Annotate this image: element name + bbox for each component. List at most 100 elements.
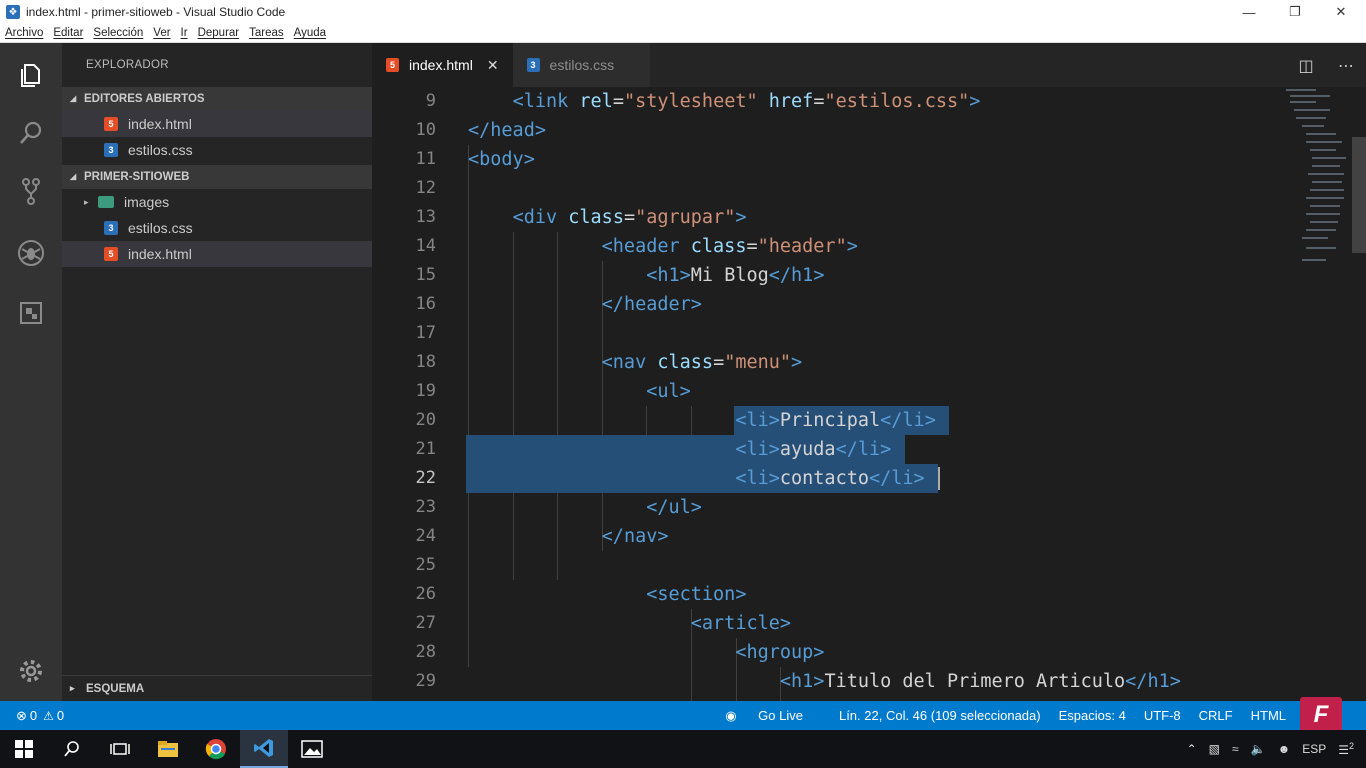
open-editor-estilos-css[interactable]: 3 estilos.css: [62, 137, 372, 163]
minimize-button[interactable]: —: [1226, 0, 1272, 24]
menu-editar[interactable]: Editar: [48, 27, 88, 39]
menu-seleccion[interactable]: Selección: [88, 27, 148, 39]
line-number: 13: [415, 207, 436, 227]
indentation[interactable]: Espacios: 4: [1059, 708, 1126, 723]
tray-people-icon[interactable]: ☻: [1278, 742, 1291, 756]
code-line[interactable]: 20 <li>Principal</li>: [372, 406, 1366, 435]
notification-center-icon[interactable]: ☰2: [1338, 741, 1354, 757]
code-line[interactable]: 27 <article>: [372, 609, 1366, 638]
line-number: 28: [415, 642, 436, 662]
tree-item-estilos-css[interactable]: 3 estilos.css: [62, 215, 372, 241]
menu-tareas[interactable]: Tareas: [244, 27, 289, 39]
go-live-button[interactable]: ◉ Go Live: [725, 708, 821, 724]
more-actions-icon[interactable]: ⋯: [1326, 56, 1366, 75]
code-line[interactable]: 12: [372, 174, 1366, 203]
problems-indicator[interactable]: ⊗ 0 ⚠ 0: [0, 708, 64, 724]
code-line[interactable]: 17: [372, 319, 1366, 348]
close-tab-icon[interactable]: ✕: [487, 57, 499, 74]
code-line[interactable]: 10 </head>: [372, 116, 1366, 145]
tab-estilos-css[interactable]: 3 estilos.css: [512, 43, 651, 87]
menu-archivo[interactable]: Archivo: [0, 27, 48, 39]
code-text: <div class="agrupar">: [512, 207, 747, 228]
chrome-taskbar-icon[interactable]: [192, 730, 240, 768]
tray-language[interactable]: ESP: [1302, 742, 1326, 756]
start-button[interactable]: [0, 730, 48, 768]
text-cursor: [938, 467, 941, 490]
maximize-button[interactable]: ❐: [1272, 0, 1318, 24]
editor-actions: ◫ ⋯: [1286, 43, 1366, 87]
encoding[interactable]: UTF-8: [1144, 708, 1181, 723]
code-line[interactable]: 21 <li>ayuda</li>: [372, 435, 1366, 464]
open-editors-section[interactable]: ◢ EDITORES ABIERTOS: [62, 87, 372, 111]
code-line[interactable]: 28 <hgroup>: [372, 638, 1366, 667]
photos-taskbar-icon[interactable]: [288, 730, 336, 768]
code-line[interactable]: 26 <section>: [372, 580, 1366, 609]
project-section[interactable]: ◢ PRIMER-SITIOWEB: [62, 165, 372, 189]
split-editor-icon[interactable]: ◫: [1286, 56, 1326, 75]
open-editor-index-html[interactable]: 5 index.html: [62, 111, 372, 137]
menu-depurar[interactable]: Depurar: [193, 27, 245, 39]
code-editor[interactable]: 9 <link rel="stylesheet" href="estilos.c…: [372, 87, 1366, 701]
code-line[interactable]: 15 <h1>Mi Blog</h1>: [372, 261, 1366, 290]
menu-ir[interactable]: Ir: [176, 27, 193, 39]
code-text: <article>: [690, 613, 792, 634]
code-line[interactable]: 13 <div class="agrupar">: [372, 203, 1366, 232]
line-number: 26: [415, 584, 436, 604]
code-line[interactable]: 16 </header>: [372, 290, 1366, 319]
channel-logo: F: [1300, 697, 1342, 733]
source-control-icon[interactable]: [0, 163, 62, 219]
vscode-taskbar-icon[interactable]: [240, 730, 288, 768]
status-bar: ⊗ 0 ⚠ 0 ◉ Go Live Lín. 22, Col. 46 (109 …: [0, 697, 1366, 733]
tray-network-icon[interactable]: ▧: [1209, 742, 1220, 756]
code-line[interactable]: 19 <ul>: [372, 377, 1366, 406]
menu-ver[interactable]: Ver: [148, 27, 175, 39]
search-icon[interactable]: [0, 105, 62, 161]
outline-section[interactable]: ▸ ESQUEMA: [62, 675, 372, 701]
code-line[interactable]: 14 <header class="header">: [372, 232, 1366, 261]
extensions-icon[interactable]: [0, 285, 62, 341]
taskbar-search-icon[interactable]: [48, 730, 96, 768]
go-live-label: Go Live: [758, 707, 803, 723]
tree-item-index-html[interactable]: 5 index.html: [62, 241, 372, 267]
code-text: <ul>: [646, 381, 691, 402]
language-mode[interactable]: HTML: [1251, 708, 1286, 723]
debug-icon[interactable]: [0, 225, 62, 281]
menu-ayuda[interactable]: Ayuda: [289, 27, 331, 39]
code-text: <hgroup>: [735, 642, 825, 663]
code-line[interactable]: 9 <link rel="stylesheet" href="estilos.c…: [372, 87, 1366, 116]
line-number: 12: [415, 178, 436, 198]
code-line[interactable]: 23 </ul>: [372, 493, 1366, 522]
error-icon: ⊗: [16, 707, 27, 723]
code-line[interactable]: 24 </nav>: [372, 522, 1366, 551]
tree-item-images[interactable]: ▸ images: [62, 189, 372, 215]
task-view-icon[interactable]: [96, 730, 144, 768]
warning-count: 0: [56, 708, 65, 723]
code-text: </head>: [468, 120, 546, 141]
close-window-button[interactable]: ✕: [1318, 0, 1364, 24]
broadcast-icon: ◉: [725, 707, 741, 723]
code-text: <header class="header">: [601, 236, 858, 257]
system-tray: ⌃ ▧ ≈ 🔈 ☻ ESP ☰2: [1181, 730, 1366, 768]
code-line[interactable]: 11 <body>: [372, 145, 1366, 174]
tray-chevron-up-icon[interactable]: ⌃: [1187, 742, 1197, 756]
tab-index-html[interactable]: 5 index.html ✕: [372, 43, 513, 87]
code-line[interactable]: 22 <li>contacto</li>: [372, 464, 1366, 493]
css3-icon: 3: [526, 58, 540, 72]
file-explorer-taskbar-icon[interactable]: [144, 730, 192, 768]
explorer-icon[interactable]: [0, 47, 62, 103]
vscode-logo-icon: ❖: [6, 5, 20, 19]
cursor-position[interactable]: Lín. 22, Col. 46 (109 seleccionada): [839, 708, 1041, 723]
tray-volume-icon[interactable]: 🔈: [1251, 742, 1266, 756]
line-number: 16: [415, 294, 436, 314]
code-text: <body>: [468, 149, 535, 170]
code-line[interactable]: 29 <h1>Titulo del Primero Articulo</h1>: [372, 667, 1366, 696]
tray-wifi-icon[interactable]: ≈: [1232, 742, 1239, 756]
folder-label: images: [124, 194, 170, 210]
settings-gear-icon[interactable]: [0, 643, 62, 699]
line-number: 15: [415, 265, 436, 285]
code-line[interactable]: 18 <nav class="menu">: [372, 348, 1366, 377]
line-number: 21: [415, 439, 436, 459]
line-number: 24: [415, 526, 436, 546]
end-of-line[interactable]: CRLF: [1199, 708, 1233, 723]
code-line[interactable]: 25: [372, 551, 1366, 580]
